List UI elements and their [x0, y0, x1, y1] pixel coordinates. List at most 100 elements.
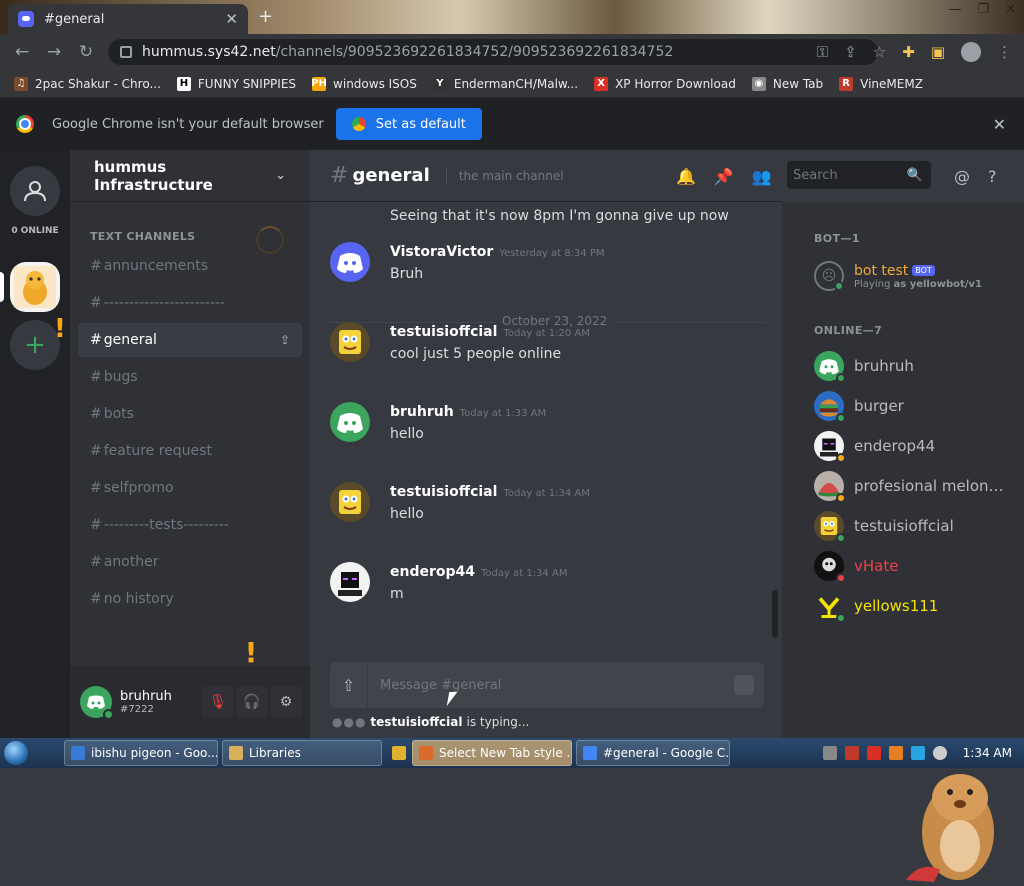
channel-item[interactable]: # bots — [78, 397, 302, 431]
browser-tab[interactable]: #general ✕ — [8, 4, 248, 34]
window-controls: — ❐ ✕ — [948, 2, 1016, 17]
message-author[interactable]: bruhruh — [390, 404, 454, 420]
channel-item[interactable]: # another — [78, 545, 302, 579]
menu-icon[interactable]: ⋮ — [997, 43, 1012, 61]
member-item[interactable]: testuisioffcial — [814, 508, 1014, 544]
set-default-button[interactable]: Set as default — [335, 108, 482, 140]
channel-hash-icon: # — [90, 517, 102, 533]
taskbar-item[interactable] — [386, 740, 408, 766]
message-author[interactable]: enderop44 — [390, 564, 475, 580]
emoji-icon[interactable] — [734, 675, 754, 695]
extensions-icon[interactable]: ✚ — [902, 43, 915, 61]
profile-avatar[interactable] — [961, 42, 981, 62]
settings-gear-icon[interactable]: ⚙ — [270, 686, 302, 718]
member-name: burger — [854, 397, 904, 415]
channel-item[interactable]: # ------------------------ — [78, 286, 302, 320]
server-hummus[interactable] — [10, 262, 60, 312]
tray-network-icon[interactable] — [822, 746, 837, 760]
message-avatar[interactable] — [330, 402, 370, 442]
taskbar-item[interactable]: ibishu pigeon - Goo... — [64, 740, 218, 766]
sidepanel-icon[interactable]: ▣ — [931, 43, 945, 61]
member-status-dot — [836, 573, 846, 583]
message-author[interactable]: testuisioffcial — [390, 324, 497, 340]
clock[interactable]: 1:34 AM — [963, 746, 1012, 760]
member-item[interactable]: burger — [814, 388, 1014, 424]
key-icon[interactable]: ⚿ — [817, 43, 828, 61]
tab-close-icon[interactable]: ✕ — [225, 10, 238, 28]
star-icon[interactable]: ☆ — [873, 43, 886, 61]
taskbar-app-icon — [392, 746, 406, 760]
window-close-icon[interactable]: ✕ — [1005, 2, 1016, 17]
bookmark-item[interactable]: R VineMEMZ — [839, 76, 923, 91]
channel-item[interactable]: # bugs — [78, 360, 302, 394]
channel-name: no history — [103, 591, 174, 607]
channel-item[interactable]: # selfpromo — [78, 471, 302, 505]
message-avatar[interactable] — [330, 322, 370, 362]
url-host: hummus.sys42.net — [142, 44, 276, 60]
member-bot-test[interactable]: ☹ bot test BOT Playing as yellowbot/v1 — [814, 258, 1014, 294]
mute-icon[interactable]: 🎙 — [202, 686, 234, 718]
back-icon[interactable]: ← — [6, 42, 38, 62]
channel-item[interactable]: # feature request — [78, 434, 302, 468]
channel-general[interactable]: # general ⇪ — [78, 323, 302, 357]
search-box[interactable]: Search 🔍 — [787, 161, 931, 189]
bookmark-item[interactable]: Y EndermanCH/Malw... — [432, 76, 578, 91]
search-placeholder: Search — [793, 167, 838, 183]
url-bar[interactable]: hummus.sys42.net/channels/90952369226183… — [108, 39, 878, 65]
member-item[interactable]: yellows111 — [814, 588, 1014, 624]
member-status-dot — [836, 533, 846, 543]
share-icon[interactable]: ⇪ — [844, 43, 857, 61]
message-author[interactable]: VistoraVictor — [390, 244, 493, 260]
forward-icon[interactable]: → — [38, 42, 70, 62]
pin-icon[interactable]: 📌 — [714, 167, 734, 186]
invite-icon[interactable]: ⇪ — [280, 333, 290, 347]
member-item[interactable]: vHate — [814, 548, 1014, 584]
message-author[interactable]: testuisioffcial — [390, 484, 497, 500]
channel-item[interactable]: # annuncements — [78, 249, 302, 283]
tray-v-icon[interactable] — [844, 746, 859, 760]
taskbar-item[interactable]: Select New Tab style ... — [412, 740, 572, 766]
help-icon[interactable]: ? — [988, 167, 997, 186]
start-button[interactable] — [0, 738, 32, 768]
notification-bell-icon[interactable]: 🔔 — [676, 167, 696, 186]
channel-item[interactable]: # no history — [78, 582, 302, 616]
bookmark-item[interactable]: ◉ New Tab — [751, 76, 823, 91]
bookmark-item[interactable]: H FUNNY SNIPPIES — [176, 76, 296, 91]
channel-hash-icon: # — [90, 406, 102, 422]
friends-home-button[interactable] — [10, 166, 60, 216]
bookmark-item[interactable]: PH windows ISOS — [311, 76, 417, 91]
message-avatar[interactable] — [330, 482, 370, 522]
notice-close-icon[interactable]: ✕ — [993, 115, 1006, 134]
guild-header[interactable]: hummus Infrastructure ⌄ — [70, 150, 310, 202]
bookmark-item[interactable]: X XP Horror Download — [594, 76, 736, 91]
member-avatar: ☹ — [814, 261, 844, 291]
upload-icon[interactable]: ⇧ — [330, 662, 368, 708]
new-tab-icon[interactable]: + — [258, 6, 273, 27]
member-item[interactable]: profesional melon ... — [814, 468, 1014, 504]
tray-volume-icon[interactable] — [932, 746, 947, 760]
channel-item[interactable]: # ---------tests--------- — [78, 508, 302, 542]
taskbar-item[interactable]: #general - Google C... — [576, 740, 730, 766]
taskbar-app-icon — [583, 746, 597, 760]
maximize-icon[interactable]: ❐ — [977, 2, 989, 17]
message-input[interactable] — [368, 677, 734, 693]
user-avatar[interactable] — [80, 686, 114, 720]
bookmark-item[interactable]: ♫ 2pac Shakur - Chro... — [14, 76, 161, 91]
mentions-icon[interactable]: @ — [954, 167, 970, 186]
member-item[interactable]: enderop44 — [814, 428, 1014, 464]
reload-icon[interactable]: ↻ — [70, 42, 102, 62]
scrollbar-thumb[interactable] — [772, 590, 778, 638]
minimize-icon[interactable]: — — [948, 2, 961, 17]
channel-hash-icon: # — [90, 591, 102, 607]
add-server-button[interactable]: + — [10, 320, 60, 370]
tray-search-icon[interactable] — [888, 746, 903, 760]
member-item[interactable]: bruhruh — [814, 348, 1014, 384]
taskbar-item[interactable]: Libraries — [222, 740, 382, 766]
lock-icon — [120, 46, 132, 58]
member-list-icon[interactable]: 👥 — [752, 167, 772, 186]
message-avatar[interactable] — [330, 562, 370, 602]
message-avatar[interactable] — [330, 242, 370, 282]
tray-flag-icon[interactable] — [866, 746, 881, 760]
headphones-icon[interactable]: 🎧 — [236, 686, 268, 718]
tray-screen-icon[interactable] — [910, 746, 925, 760]
